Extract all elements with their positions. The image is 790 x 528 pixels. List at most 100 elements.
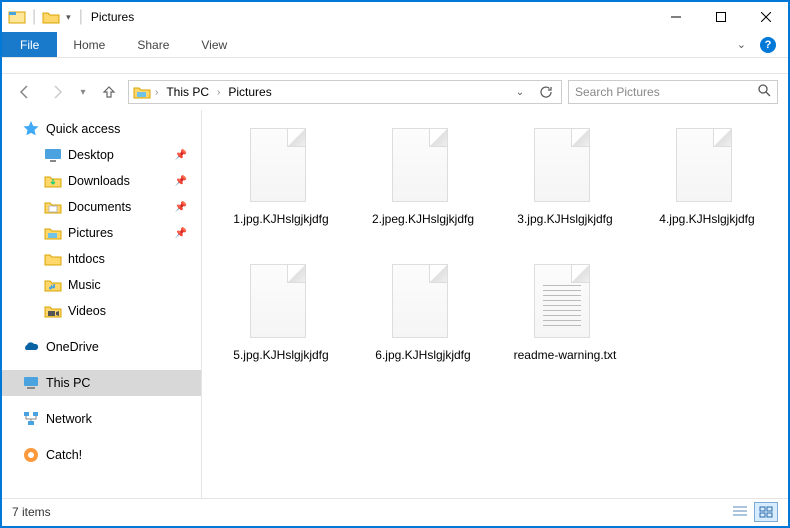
sidebar-item-htdocs[interactable]: htdocs	[2, 246, 201, 272]
sidebar-item-desktop[interactable]: Desktop 📌	[2, 142, 201, 168]
sidebar-item-label: Quick access	[46, 122, 120, 136]
tab-view[interactable]: View	[185, 32, 243, 57]
file-name-label: 4.jpg.KJHslgjkjdfg	[659, 212, 754, 227]
back-button[interactable]	[12, 79, 38, 105]
ribbon-expand-icon[interactable]: ⌄	[737, 38, 746, 51]
file-name-label: 1.jpg.KJHslgjkjdfg	[233, 212, 328, 227]
breadcrumb-sep-icon[interactable]: ›	[217, 87, 220, 98]
documents-icon	[44, 198, 62, 216]
blank-file-icon	[392, 264, 448, 338]
file-item[interactable]: 6.jpg.KJHslgjkjdfg	[354, 258, 492, 390]
blank-file-icon	[250, 128, 306, 202]
folder-icon	[44, 250, 62, 268]
star-icon	[22, 120, 40, 138]
breadcrumb-sep-icon[interactable]: ›	[155, 87, 158, 98]
sidebar-item-label: OneDrive	[46, 340, 99, 354]
sidebar-item-label: This PC	[46, 376, 90, 390]
folder-small-icon	[42, 8, 60, 26]
catch-icon	[22, 446, 40, 464]
blank-file-icon	[676, 128, 732, 202]
ribbon: File Home Share View ⌄ ?	[2, 32, 788, 58]
file-name-label: 5.jpg.KJHslgjkjdfg	[233, 348, 328, 363]
help-icon[interactable]: ?	[760, 37, 776, 53]
details-view-button[interactable]	[728, 502, 752, 522]
titlebar: | ▾ | Pictures	[2, 2, 788, 32]
sidebar-onedrive[interactable]: OneDrive	[2, 334, 201, 360]
sidebar-item-downloads[interactable]: Downloads 📌	[2, 168, 201, 194]
qat-separator: |	[79, 8, 83, 26]
window-title: Pictures	[91, 10, 134, 24]
large-icons-view-button[interactable]	[754, 502, 778, 522]
file-name-label: 2.jpeg.KJHslgjkjdfg	[372, 212, 474, 227]
sidebar-item-label: Pictures	[68, 226, 113, 240]
status-bar: 7 items	[2, 498, 788, 524]
sidebar-network[interactable]: Network	[2, 406, 201, 432]
sidebar-item-label: Catch!	[46, 448, 82, 462]
tab-share[interactable]: Share	[121, 32, 185, 57]
search-icon[interactable]	[757, 83, 771, 102]
desktop-icon	[44, 146, 62, 164]
sidebar-item-label: Desktop	[68, 148, 114, 162]
maximize-button[interactable]	[698, 2, 743, 32]
text-file-icon	[534, 264, 590, 338]
sidebar-item-label: Documents	[68, 200, 131, 214]
pin-icon: 📌	[175, 176, 187, 187]
pin-icon: 📌	[175, 202, 187, 213]
close-button[interactable]	[743, 2, 788, 32]
pictures-icon	[44, 224, 62, 242]
file-name-label: readme-warning.txt	[514, 348, 617, 363]
sidebar-item-label: Network	[46, 412, 92, 426]
file-grid[interactable]: 1.jpg.KJHslgjkjdfg 2.jpeg.KJHslgjkjdfg 3.j…	[202, 110, 788, 498]
explorer-icon	[8, 8, 26, 26]
refresh-button[interactable]	[535, 81, 557, 103]
file-name-label: 6.jpg.KJHslgjkjdfg	[375, 348, 470, 363]
sidebar-item-label: Videos	[68, 304, 106, 318]
sidebar-this-pc[interactable]: This PC	[2, 370, 201, 396]
status-item-count: 7 items	[12, 505, 51, 519]
breadcrumb-this-pc[interactable]: This PC	[162, 85, 213, 99]
up-button[interactable]	[96, 79, 122, 105]
forward-button[interactable]	[44, 79, 70, 105]
downloads-icon	[44, 172, 62, 190]
file-item[interactable]: readme-warning.txt	[496, 258, 634, 390]
network-icon	[22, 410, 40, 428]
sidebar-item-documents[interactable]: Documents 📌	[2, 194, 201, 220]
file-item[interactable]: 4.jpg.KJHslgjkjdfg	[638, 122, 776, 254]
blank-file-icon	[392, 128, 448, 202]
address-bar[interactable]: › This PC › Pictures ⌄	[128, 80, 562, 104]
pictures-folder-icon	[133, 83, 151, 101]
navigation-pane: Quick access Desktop 📌 Downloads 📌 Docum…	[2, 110, 202, 498]
sidebar-catch[interactable]: Catch!	[2, 442, 201, 468]
file-item[interactable]: 2.jpeg.KJHslgjkjdfg	[354, 122, 492, 254]
sidebar-item-label: Downloads	[68, 174, 130, 188]
pin-icon: 📌	[175, 228, 187, 239]
sidebar-item-label: htdocs	[68, 252, 105, 266]
tab-home[interactable]: Home	[57, 32, 121, 57]
file-tab[interactable]: File	[2, 32, 57, 57]
file-item[interactable]: 3.jpg.KJHslgjkjdfg	[496, 122, 634, 254]
sidebar-quick-access[interactable]: Quick access	[2, 116, 201, 142]
onedrive-icon	[22, 338, 40, 356]
minimize-button[interactable]	[653, 2, 698, 32]
file-item[interactable]: 5.jpg.KJHslgjkjdfg	[212, 258, 350, 390]
qat-dropdown-icon[interactable]: ▾	[66, 12, 71, 23]
sidebar-item-pictures[interactable]: Pictures 📌	[2, 220, 201, 246]
file-item[interactable]: 1.jpg.KJHslgjkjdfg	[212, 122, 350, 254]
music-icon	[44, 276, 62, 294]
breadcrumb-pictures[interactable]: Pictures	[224, 85, 275, 99]
blank-file-icon	[534, 128, 590, 202]
this-pc-icon	[22, 374, 40, 392]
search-placeholder: Search Pictures	[575, 85, 757, 99]
sidebar-item-videos[interactable]: Videos	[2, 298, 201, 324]
address-dropdown-button[interactable]: ⌄	[509, 81, 531, 103]
blank-file-icon	[250, 264, 306, 338]
recent-locations-button[interactable]: ▾	[76, 79, 90, 105]
file-name-label: 3.jpg.KJHslgjkjdfg	[517, 212, 612, 227]
videos-icon	[44, 302, 62, 320]
sidebar-item-music[interactable]: Music	[2, 272, 201, 298]
qat-divider: |	[32, 8, 36, 26]
search-input[interactable]: Search Pictures	[568, 80, 778, 104]
sidebar-item-label: Music	[68, 278, 101, 292]
address-bar-row: ▾ › This PC › Pictures ⌄ Search Pictures	[2, 74, 788, 110]
pin-icon: 📌	[175, 150, 187, 161]
